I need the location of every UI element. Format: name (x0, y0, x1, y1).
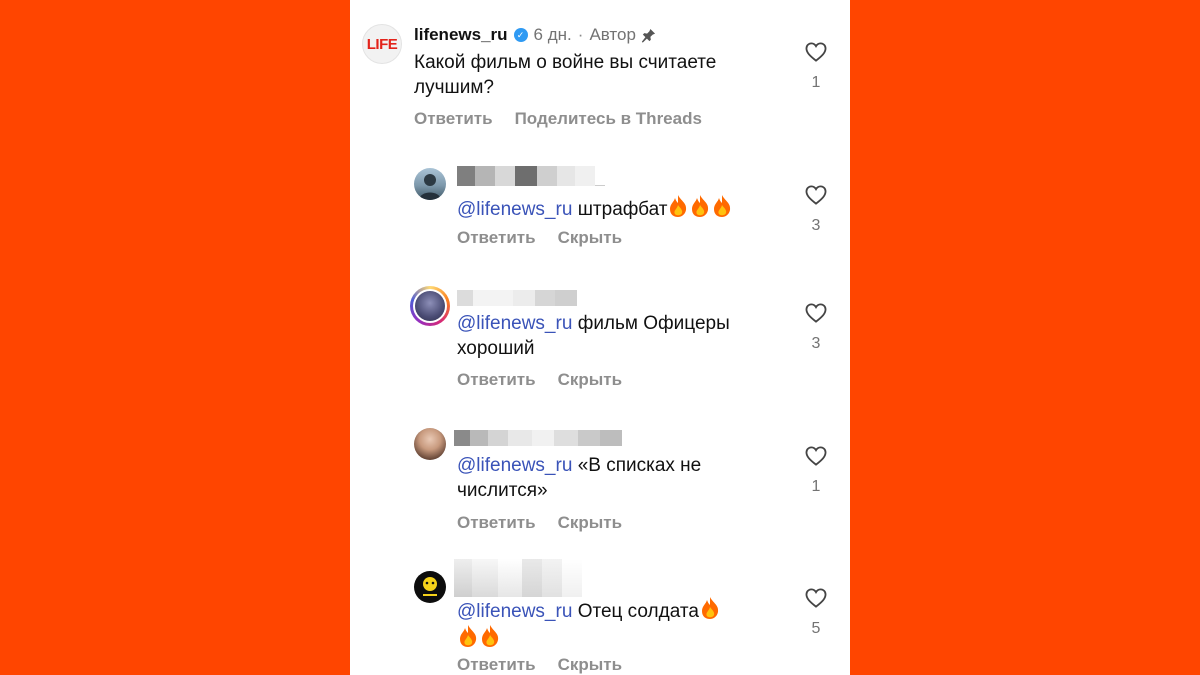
verified-icon: ✓ (513, 28, 528, 42)
reply-like-count: 5 (811, 620, 821, 637)
redacted-username (457, 166, 605, 186)
reply-like: 1 (804, 446, 828, 496)
mention-link[interactable]: @lifenews_ru (457, 199, 572, 220)
reply-button[interactable]: Ответить (457, 370, 536, 390)
reply-like-count: 1 (811, 478, 821, 495)
reply-actions: Ответить Скрыть (457, 655, 622, 675)
hide-button[interactable]: Скрыть (558, 370, 622, 390)
hide-button[interactable]: Скрыть (558, 228, 622, 248)
post-actions: Ответить Поделитесь в Threads (414, 109, 702, 129)
reply-body: штрафбат (577, 199, 668, 220)
reply-text: @lifenews_ru фильм Офицеры хороший (457, 311, 777, 361)
life-logo: LIFE (366, 35, 398, 53)
post-like: 1 (804, 42, 828, 92)
heart-icon[interactable] (805, 185, 827, 209)
post-reply-button[interactable]: Ответить (414, 109, 493, 129)
reply-button[interactable]: Ответить (457, 228, 536, 248)
post-author-line: lifenews_ru ✓ 6 дн. · Автор (414, 24, 656, 46)
reply-avatar[interactable] (410, 286, 450, 326)
reply-like: 3 (804, 185, 828, 235)
reply-actions: Ответить Скрыть (457, 513, 622, 533)
reply-button[interactable]: Ответить (457, 513, 536, 533)
fire-emoji (699, 597, 721, 622)
reply-text: @lifenews_ru «В списках не числится» (457, 453, 777, 503)
reply-actions: Ответить Скрыть (457, 228, 622, 248)
mention-link[interactable]: @lifenews_ru (457, 601, 572, 622)
reply-like-count: 3 (811, 335, 821, 352)
reply-body: Отец солдата (577, 601, 699, 622)
reply-text: @lifenews_ru Отец солдата (457, 596, 787, 652)
separator: · (577, 25, 584, 44)
redacted-username (454, 559, 582, 597)
reply-like-count: 3 (811, 217, 821, 234)
redacted-username (457, 290, 577, 306)
post-text: Какой фильм о войне вы считаете лучшим? (414, 52, 717, 98)
redacted-username (454, 430, 622, 446)
reply-like: 5 (804, 588, 828, 638)
reply-avatar[interactable] (414, 428, 446, 460)
reply-button[interactable]: Ответить (457, 655, 536, 675)
reply-avatar[interactable] (414, 168, 446, 200)
reply-text: @lifenews_ru штрафбат (457, 194, 787, 222)
pin-icon (641, 28, 656, 43)
comments-panel: LIFE lifenews_ru ✓ 6 дн. · Автор Какой ф… (350, 0, 850, 675)
reply-actions: Ответить Скрыть (457, 370, 622, 390)
reply-like: 3 (804, 303, 828, 353)
post-username[interactable]: lifenews_ru (414, 25, 508, 45)
share-threads-button[interactable]: Поделитесь в Threads (515, 109, 702, 129)
lifenews-avatar[interactable]: LIFE (362, 24, 402, 64)
author-label: Автор (589, 25, 636, 44)
heart-icon[interactable] (805, 588, 827, 612)
hide-button[interactable]: Скрыть (558, 513, 622, 533)
post-time: 6 дн. (533, 25, 572, 44)
heart-icon[interactable] (805, 303, 827, 327)
hide-button[interactable]: Скрыть (558, 655, 622, 675)
fire-emoji (667, 195, 733, 220)
heart-icon[interactable] (805, 42, 827, 66)
fire-emoji (457, 625, 501, 650)
heart-icon[interactable] (805, 446, 827, 470)
reply-avatar[interactable] (414, 571, 446, 603)
mention-link[interactable]: @lifenews_ru (457, 455, 572, 476)
post-like-count: 1 (811, 74, 821, 91)
mention-link[interactable]: @lifenews_ru (457, 313, 572, 334)
